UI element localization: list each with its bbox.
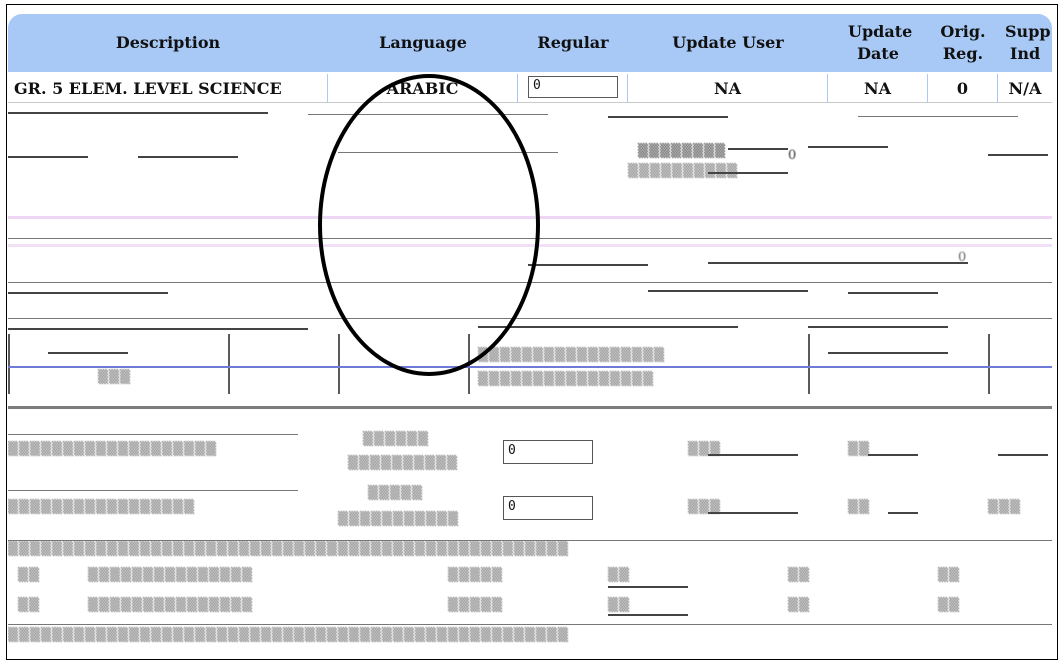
noise-line xyxy=(858,116,1018,117)
noise-line xyxy=(708,454,798,456)
noise-line xyxy=(8,156,88,158)
regular-input[interactable]: 0 xyxy=(503,440,593,464)
noise-line xyxy=(8,282,1052,283)
noise-text: ▒▒▒▒▒▒▒▒▒▒▒▒▒▒▒▒▒▒▒▒▒▒▒▒▒▒▒▒▒▒▒▒▒▒▒▒▒▒▒▒… xyxy=(8,542,569,557)
noise-line xyxy=(848,292,938,294)
noise-line xyxy=(8,406,1052,409)
noise-text: ▒▒▒▒▒▒▒▒▒▒ xyxy=(348,456,458,471)
noise-text: ▒▒ xyxy=(938,598,960,613)
noise-line xyxy=(308,114,548,115)
noise-vline xyxy=(338,334,340,394)
noise-text: ▒▒▒▒▒▒▒▒▒▒▒▒▒▒▒▒▒▒▒ xyxy=(8,442,217,457)
noise-text: ▒▒▒▒▒ xyxy=(368,486,423,501)
noise-line xyxy=(808,146,888,148)
noise-text: ▒▒ xyxy=(18,598,40,613)
noise-line xyxy=(8,292,168,294)
noise-line xyxy=(8,624,1052,625)
fragment-text: 0 xyxy=(958,250,968,265)
noise-line xyxy=(8,318,1052,319)
noise-text: ▒▒ xyxy=(848,500,870,515)
noise-line xyxy=(888,512,918,514)
col-header-description: Description xyxy=(115,33,221,52)
noise-text: ▒▒▒ xyxy=(988,500,1021,515)
noise-vline xyxy=(988,334,990,394)
noise-line xyxy=(608,614,688,616)
row-language: ARABIC xyxy=(328,74,518,102)
noise-line xyxy=(808,326,948,328)
noise-text: ▒▒ xyxy=(938,568,960,583)
noise-text: ▒▒▒▒▒▒▒▒▒▒▒▒▒▒▒▒▒ xyxy=(8,500,195,515)
noise-text: ▒▒▒▒▒ xyxy=(448,568,503,583)
noise-line xyxy=(8,216,1052,219)
noise-line xyxy=(478,326,738,328)
noise-text: ▒▒▒▒▒▒ xyxy=(363,432,429,447)
noise-vline xyxy=(808,334,810,394)
noise-line xyxy=(868,454,918,456)
noise-line xyxy=(48,352,128,354)
noise-line xyxy=(528,264,648,266)
col-header-supp-ind: Supp Ind xyxy=(1005,22,1051,63)
row-orig-reg: 0 xyxy=(928,74,998,102)
noise-line xyxy=(708,262,968,264)
noise-text: ▒▒▒▒▒▒▒▒▒▒▒▒▒▒▒▒▒ xyxy=(478,348,665,363)
noise-vline xyxy=(8,334,10,394)
noise-text: ▒▒▒▒▒▒▒▒▒▒▒ xyxy=(338,512,459,527)
col-header-update-date: Update Date xyxy=(848,22,913,63)
noise-line xyxy=(338,152,558,153)
noise-text: ▒▒ xyxy=(848,442,870,457)
col-header-update-user: Update User xyxy=(672,33,784,52)
noise-vline xyxy=(468,334,470,394)
noise-line xyxy=(8,540,1052,541)
regular-input[interactable]: 0 xyxy=(528,76,618,98)
table-row: GR. 5 ELEM. LEVEL SCIENCE ARABIC 0 NA NA… xyxy=(8,74,1052,103)
noise-text: ▒▒ xyxy=(788,568,810,583)
noise-line xyxy=(608,586,688,588)
noise-line xyxy=(998,454,1048,456)
col-header-language: Language xyxy=(379,33,467,52)
noise-line xyxy=(8,112,268,114)
noise-text: ▒▒▒▒▒▒▒▒▒▒▒▒▒▒▒▒▒▒▒▒▒▒▒▒▒▒▒▒▒▒▒▒▒▒▒▒▒▒▒▒… xyxy=(8,628,569,643)
regular-input[interactable]: 0 xyxy=(503,496,593,520)
row-supp-ind: N/A xyxy=(1008,78,1042,98)
corrupted-rows-area: ▒▒▒▒▒▒▒▒ ▒▒▒▒▒▒▒▒▒▒ 0 0 ▒▒▒ ▒▒▒▒▒▒▒▒▒▒▒▒… xyxy=(8,104,1052,654)
noise-text: ▒▒▒ xyxy=(98,370,131,385)
noise-line xyxy=(8,244,1052,247)
noise-line xyxy=(8,490,298,491)
noise-text: ▒▒▒▒▒ xyxy=(448,598,503,613)
noise-line xyxy=(988,154,1048,156)
noise-text: ▒▒ xyxy=(18,568,40,583)
row-description: GR. 5 ELEM. LEVEL SCIENCE xyxy=(8,74,328,102)
noise-text: ▒▒ xyxy=(788,598,810,613)
noise-vline xyxy=(228,334,230,394)
col-header-regular: Regular xyxy=(537,33,609,52)
noise-line xyxy=(8,434,298,435)
noise-text: ▒▒ xyxy=(608,598,630,613)
row-update-user: NA xyxy=(628,74,828,102)
noise-text: ▒▒▒▒▒▒▒▒▒▒▒▒▒▒▒▒ xyxy=(478,372,654,387)
noise-text: ▒▒▒▒▒▒▒▒▒▒▒▒▒▒▒ xyxy=(88,568,253,583)
noise-line xyxy=(828,352,948,354)
table-header: Description Language Regular Update User… xyxy=(8,14,1052,72)
col-header-orig-reg: Orig. Reg. xyxy=(940,22,986,63)
noise-line xyxy=(608,116,728,118)
noise-line xyxy=(8,328,308,330)
noise-line xyxy=(8,366,1052,368)
noise-text: ▒▒ xyxy=(608,568,630,583)
row-update-date: NA xyxy=(828,74,928,102)
noise-text: ▒▒▒▒▒▒▒▒ xyxy=(638,144,726,159)
noise-text: ▒▒▒▒▒▒▒▒▒▒▒▒▒▒▒ xyxy=(88,598,253,613)
fragment-text: 0 xyxy=(788,148,798,163)
noise-line xyxy=(648,290,808,292)
noise-line xyxy=(728,148,788,150)
noise-line xyxy=(138,156,238,158)
noise-line xyxy=(708,172,788,174)
noise-line xyxy=(708,512,798,514)
noise-line xyxy=(8,238,1052,239)
